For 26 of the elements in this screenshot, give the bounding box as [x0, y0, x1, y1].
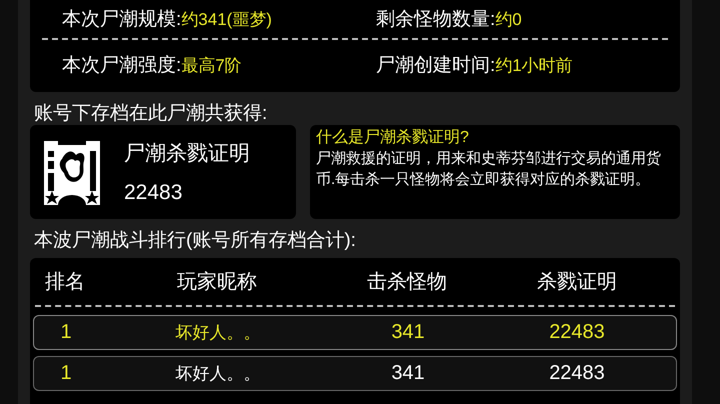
stat-value: 约0: [495, 10, 522, 29]
info-text: 尸潮救援的证明，用来和史蒂芬邹进行交易的通用货币.每击杀一只怪物将会立即获得对应的杀戮证明。: [316, 149, 662, 190]
stat-label: 本次尸潮强度:: [62, 55, 182, 76]
column-header: 击杀怪物: [366, 270, 448, 295]
rank-cell-text: 1: [59, 362, 73, 385]
name-cell-text: 坏好人。。: [174, 322, 262, 344]
stat-value: 约1小时前: [495, 56, 573, 75]
rank-cell-text: 1: [59, 321, 73, 344]
proofs-cell-text: 22483: [548, 362, 606, 385]
kills-cell-text: 341: [390, 321, 426, 344]
reward-name: 尸潮杀戮证明: [124, 141, 250, 167]
stat-label: 本次尸潮规模:: [62, 9, 182, 30]
stat-value: 最高7阶: [181, 56, 242, 75]
stat-value: 约341(噩梦): [181, 10, 272, 29]
section-heading: 本波尸潮战斗排行(账号所有存档合计):: [33, 229, 357, 252]
proofs-cell-text: 22483: [548, 321, 606, 344]
stat-label: 尸潮创建时间:: [376, 55, 496, 76]
column-header: 杀戮证明: [536, 270, 618, 295]
column-header: 玩家昵称: [176, 270, 258, 295]
info-title: 什么是尸潮杀戮证明?: [316, 128, 470, 148]
name-cell-text: 坏好人。。: [174, 363, 262, 385]
stat-label: 剩余怪物数量:: [376, 9, 496, 30]
kills-cell-text: 341: [390, 362, 426, 385]
section-heading: 账号下存档在此尸潮共获得:: [33, 102, 268, 125]
column-header: 排名: [44, 270, 86, 295]
reward-count: 22483: [124, 181, 184, 205]
